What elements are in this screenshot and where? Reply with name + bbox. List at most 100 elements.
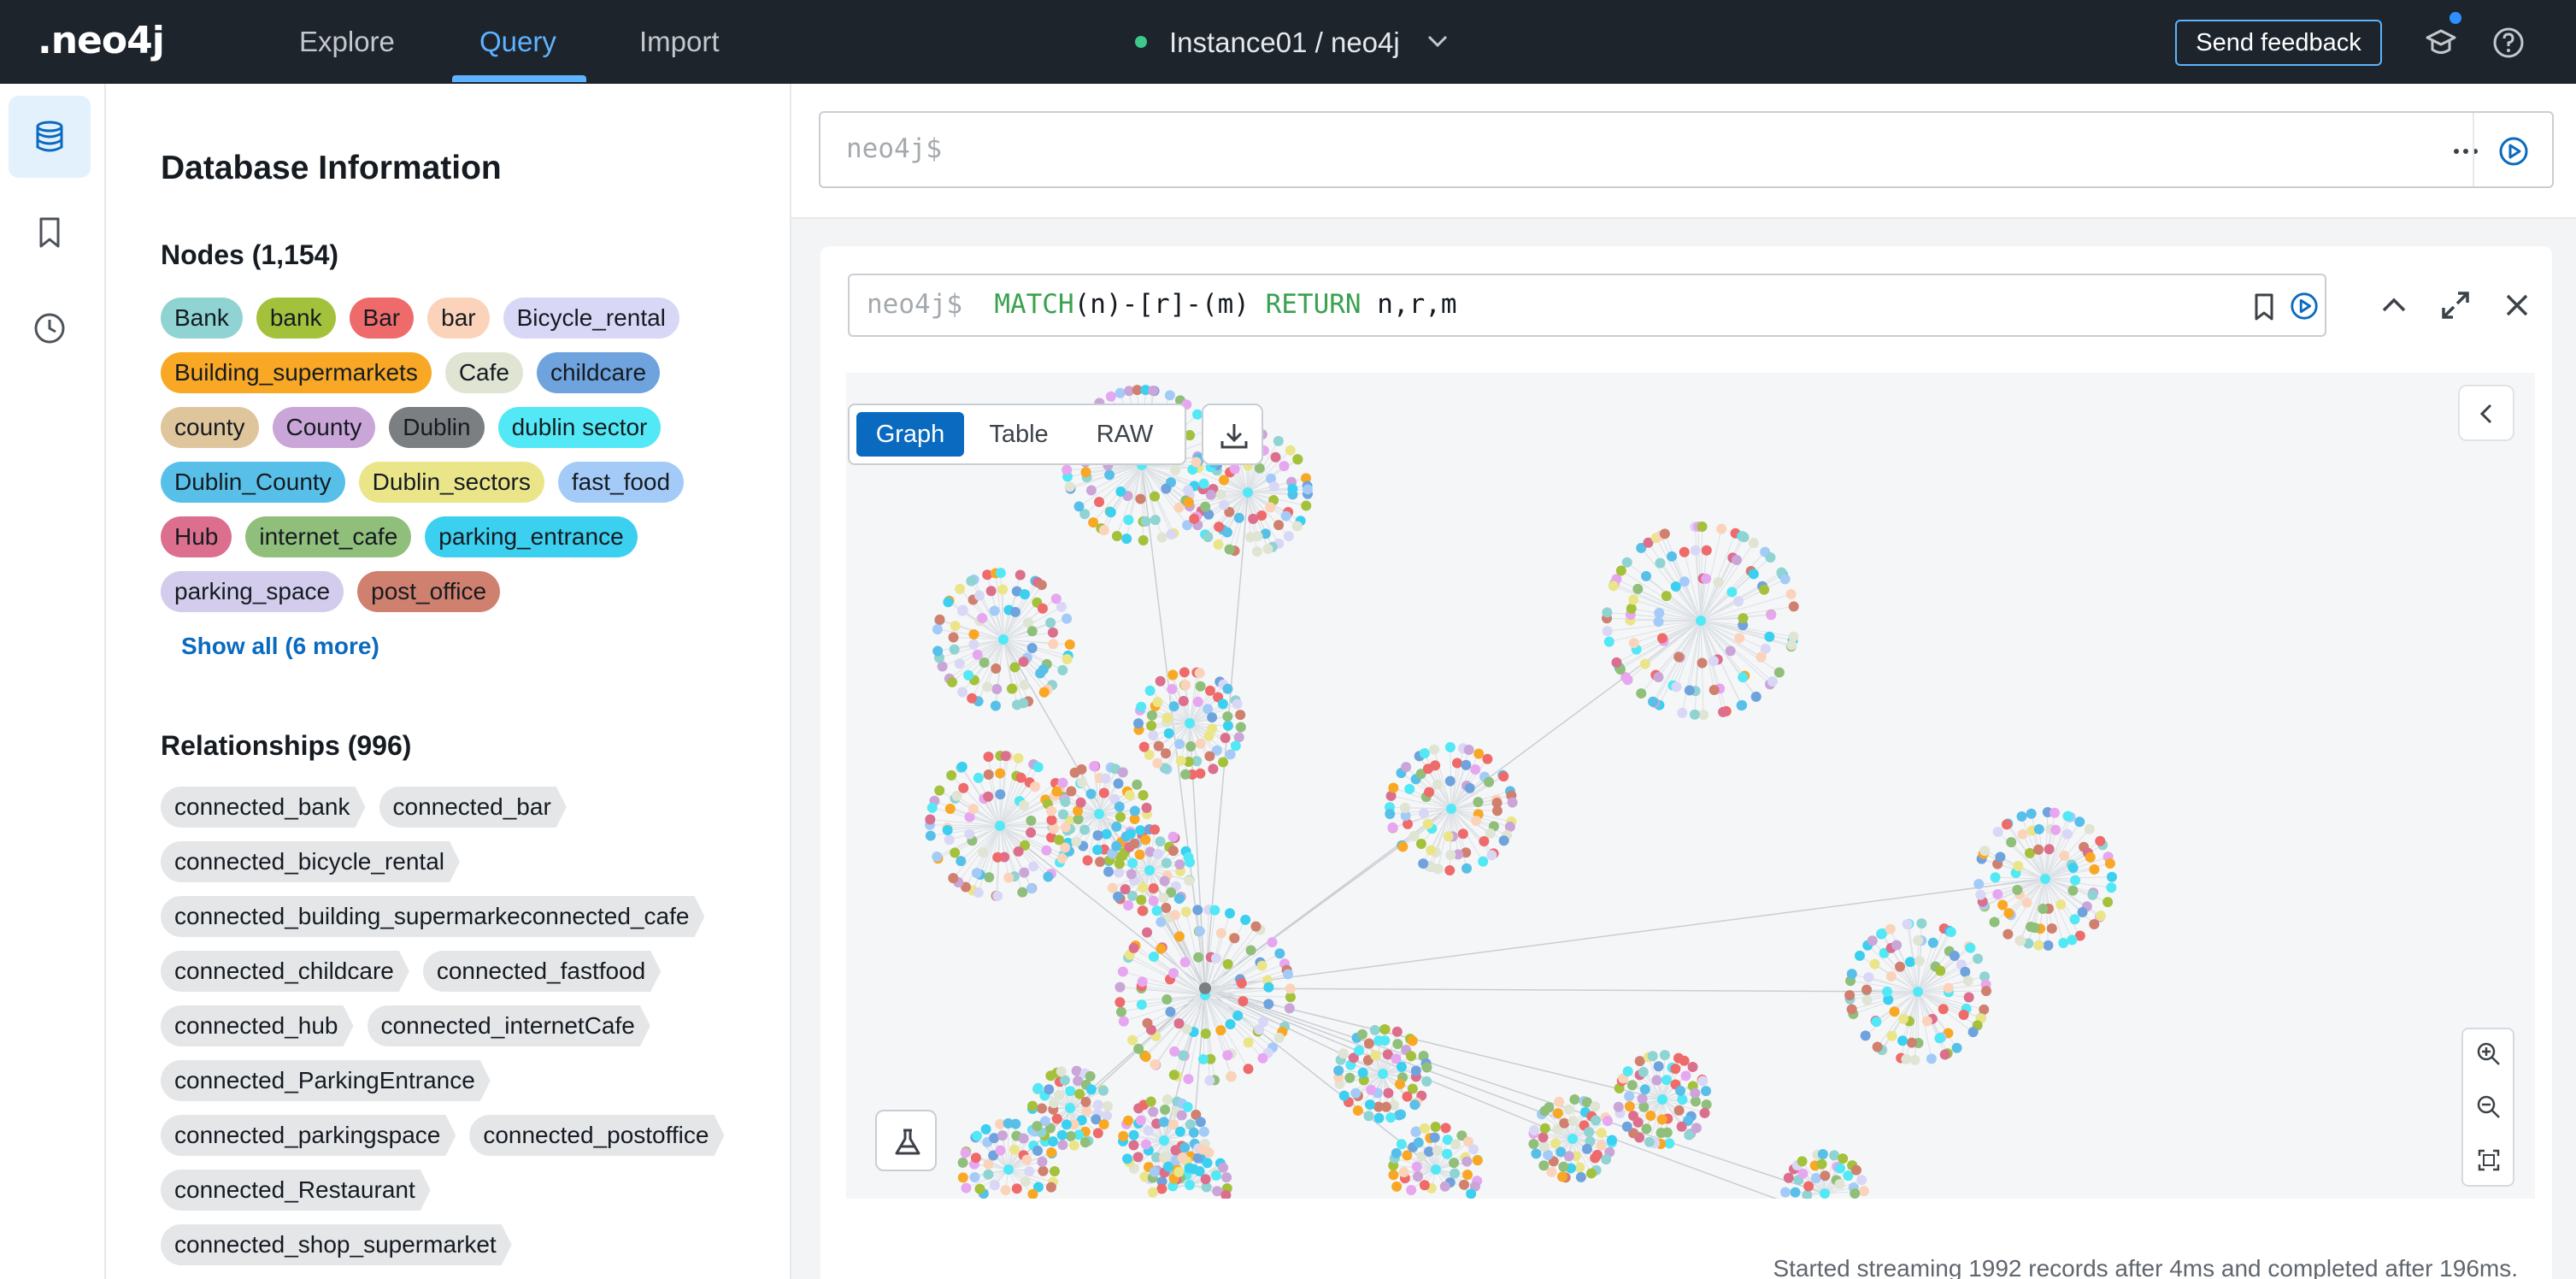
graph-node[interactable] (1980, 986, 1991, 997)
graph-node[interactable] (1909, 1054, 1920, 1065)
graph-node[interactable] (1128, 942, 1139, 953)
graph-node[interactable] (1152, 697, 1163, 708)
graph-node[interactable] (980, 1123, 991, 1135)
graph-node[interactable] (985, 586, 997, 597)
graph-node[interactable] (1459, 1179, 1470, 1190)
graph-node[interactable] (1026, 815, 1037, 826)
graph-node[interactable] (1419, 1180, 1430, 1191)
graph-node[interactable] (1183, 485, 1194, 496)
graph-node[interactable] (1003, 1164, 1014, 1175)
graph-node[interactable] (2026, 921, 2037, 932)
graph-node[interactable] (1037, 1156, 1048, 1167)
graph-node[interactable] (1810, 1172, 1821, 1183)
graph-node[interactable] (1444, 742, 1456, 753)
graph-node[interactable] (1232, 1010, 1244, 1021)
graph-node[interactable] (1243, 487, 1253, 498)
graph-node[interactable] (1429, 1132, 1440, 1143)
graph-node[interactable] (1701, 1086, 1712, 1097)
graph-node[interactable] (1409, 1099, 1420, 1111)
graph-node[interactable] (1068, 1140, 1079, 1151)
graph-node[interactable] (2003, 908, 2014, 919)
graph-node[interactable] (1738, 672, 1749, 683)
graph-node[interactable] (934, 614, 945, 625)
graph-node[interactable] (1102, 1110, 1113, 1121)
graph-node[interactable] (1538, 1140, 1550, 1152)
graph-node[interactable] (1655, 557, 1666, 569)
graph-node[interactable] (2087, 889, 2098, 900)
graph-node[interactable] (1563, 1104, 1574, 1115)
graph-node[interactable] (1780, 1187, 1791, 1198)
graph-node[interactable] (1229, 933, 1240, 944)
graph-node[interactable] (984, 872, 995, 883)
graph-node[interactable] (1114, 801, 1125, 812)
graph-node[interactable] (1677, 1094, 1688, 1105)
graph-node[interactable] (1200, 1028, 1211, 1039)
graph-node[interactable] (1060, 796, 1071, 807)
graph-node[interactable] (1142, 927, 1153, 938)
graph-node[interactable] (2046, 922, 2057, 934)
graph-node[interactable] (2021, 897, 2032, 908)
graph-node[interactable] (1656, 1127, 1667, 1138)
graph-node[interactable] (1115, 1006, 1126, 1017)
graph-experiment-button[interactable] (875, 1110, 937, 1171)
graph-node[interactable] (1689, 709, 1700, 720)
graph-node[interactable] (1280, 510, 1291, 522)
graph-node[interactable] (1085, 1084, 1097, 1095)
graph-node[interactable] (1886, 1030, 1897, 1041)
graph-node[interactable] (1897, 1035, 1908, 1046)
tab-explore[interactable]: Explore (299, 26, 395, 58)
graph-node[interactable] (2095, 911, 2106, 922)
graph-node[interactable] (964, 828, 975, 840)
graph-node[interactable] (1174, 859, 1185, 870)
graph-node[interactable] (1158, 1117, 1169, 1128)
graph-node[interactable] (992, 852, 1003, 863)
graph-node[interactable] (1060, 822, 1071, 833)
graph-node[interactable] (1085, 485, 1097, 496)
graph-node[interactable] (2077, 907, 2088, 918)
relationship-type-chip[interactable]: connected_hub (161, 1005, 354, 1046)
graph-node[interactable] (1167, 684, 1178, 695)
graph-node[interactable] (1413, 1171, 1424, 1182)
graph-node[interactable] (1057, 777, 1068, 788)
graph-node[interactable] (1180, 769, 1191, 780)
graph-node[interactable] (1225, 1019, 1236, 1030)
node-label-chip[interactable]: Bicycle_rental (503, 298, 679, 339)
graph-node[interactable] (1174, 739, 1185, 750)
graph-node[interactable] (1645, 1111, 1656, 1122)
graph-node[interactable] (1134, 849, 1145, 860)
graph-node[interactable] (1697, 1076, 1709, 1087)
graph-node[interactable] (1590, 1152, 1601, 1164)
graph-node[interactable] (2033, 844, 2044, 855)
graph-node[interactable] (1333, 1065, 1344, 1076)
graph-node[interactable] (1224, 908, 1235, 919)
graph-node[interactable] (1173, 502, 1185, 513)
graph-node[interactable] (1018, 657, 1029, 668)
graph-node[interactable] (1765, 552, 1776, 563)
node-label-chip[interactable]: Cafe (444, 352, 523, 393)
graph-node[interactable] (1921, 1016, 1932, 1027)
graph-node[interactable] (1185, 718, 1195, 728)
graph-node[interactable] (1118, 1016, 1129, 1027)
graph-node[interactable] (1179, 1142, 1191, 1153)
graph-node[interactable] (1161, 748, 1172, 759)
graph-node[interactable] (1057, 1140, 1068, 1151)
graph-node[interactable] (1406, 1184, 1417, 1195)
graph-node[interactable] (1046, 1146, 1057, 1158)
graph-node[interactable] (1132, 1152, 1144, 1163)
graph-node[interactable] (1850, 1164, 1861, 1176)
graph-node[interactable] (1173, 1018, 1185, 1029)
graph-node[interactable] (1169, 910, 1180, 921)
graph-node[interactable] (1838, 1153, 1849, 1164)
graph-node[interactable] (2084, 823, 2095, 834)
graph-node[interactable] (1283, 531, 1294, 542)
graph-node[interactable] (1634, 1056, 1645, 1067)
graph-node[interactable] (1422, 818, 1433, 829)
graph-node[interactable] (1734, 633, 1745, 644)
graph-node[interactable] (1191, 457, 1202, 468)
graph-node[interactable] (1129, 805, 1140, 816)
graph-node[interactable] (1644, 1136, 1655, 1147)
graph-node[interactable] (995, 1145, 1006, 1156)
graph-node[interactable] (950, 847, 961, 858)
node-label-chip[interactable]: bank (256, 298, 336, 339)
graph-node[interactable] (1065, 1103, 1075, 1113)
